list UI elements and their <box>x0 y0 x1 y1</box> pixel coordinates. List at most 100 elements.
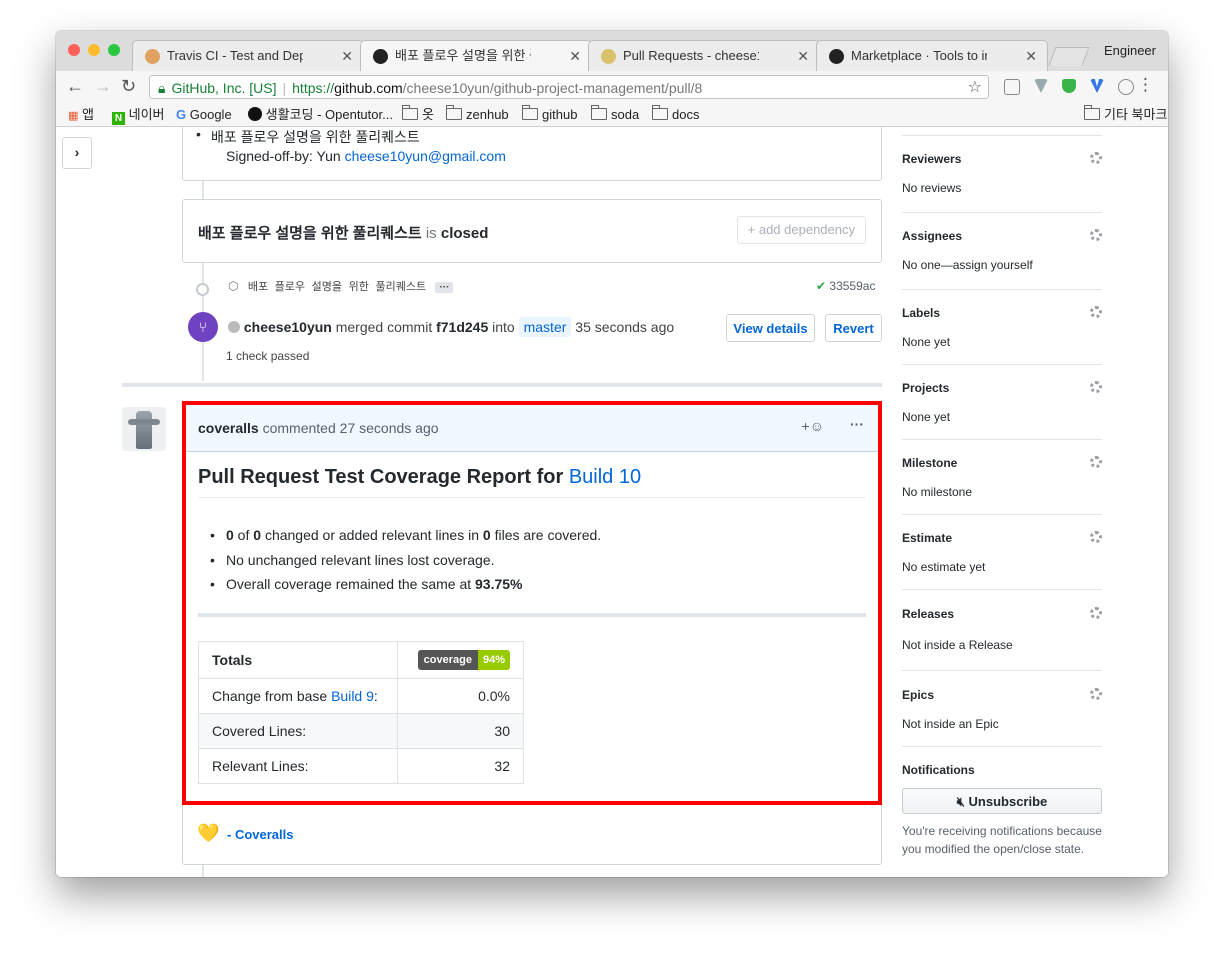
close-window-button[interactable] <box>68 44 80 56</box>
comment-action: commented <box>262 420 336 436</box>
commit-dot-icon <box>196 283 209 296</box>
commit-sha-link[interactable]: 33559ac <box>829 279 875 293</box>
other-bookmarks[interactable]: 기타 북마크 <box>1084 104 1167 126</box>
new-tab-button[interactable] <box>1048 47 1090 66</box>
tab-pull-request[interactable]: 배포 플로우 설명을 위한 풀리퀘스트 ✕ <box>360 40 592 71</box>
sidebar-labels[interactable]: Labels None yet <box>902 306 1102 349</box>
minimize-window-button[interactable] <box>88 44 100 56</box>
coveralls-link[interactable]: - Coveralls <box>227 827 293 842</box>
build-10-link[interactable]: Build 10 <box>569 466 641 488</box>
maximize-window-button[interactable] <box>108 44 120 56</box>
comment-time-link[interactable]: 27 seconds ago <box>340 420 439 436</box>
bookmark-folder[interactable]: docs <box>652 104 699 126</box>
avatar[interactable] <box>228 321 240 333</box>
bookmark-folder[interactable]: 옷 <box>402 104 434 126</box>
bookmark-label: docs <box>672 107 700 122</box>
back-arrow-icon[interactable]: ← <box>66 76 84 97</box>
sidebar-reviewers[interactable]: Reviewers No reviews <box>902 152 1102 195</box>
bookmark-folder[interactable]: zenhub <box>446 104 509 126</box>
bookmark-label: soda <box>611 107 640 122</box>
commit-expand-button[interactable]: ··· <box>435 282 454 293</box>
avatar[interactable] <box>122 407 166 451</box>
tab-close-icon[interactable]: ✕ <box>341 41 353 71</box>
sidebar-value: None yet <box>902 410 951 424</box>
bookmark-folder[interactable]: github <box>522 104 577 126</box>
tab-title: Marketplace · Tools to improve your <box>851 48 987 63</box>
sidebar-value: No one—assign yourself <box>902 258 1033 272</box>
more-options-icon[interactable]: ··· <box>850 416 864 432</box>
tab-marketplace[interactable]: Marketplace · Tools to improve your ✕ <box>816 40 1048 71</box>
comment-box: coveralls commented 27 seconds ago +☺ ··… <box>186 405 878 801</box>
folder-icon <box>446 105 462 120</box>
profile-name[interactable]: Engineer <box>1104 43 1156 58</box>
bookmark-opentutorials[interactable]: 생활코딩 - Opentutor... <box>248 104 393 126</box>
add-dependency-button[interactable]: + add dependency <box>736 216 866 244</box>
sidebar-milestone[interactable]: Milestone No milestone <box>902 456 1102 499</box>
coverage-badge[interactable]: coverage 94% <box>397 641 524 679</box>
tab-close-icon[interactable]: ✕ <box>1025 41 1037 71</box>
gear-icon[interactable] <box>1090 456 1102 468</box>
sidebar-value: No reviews <box>902 181 962 195</box>
sidebar-assignees[interactable]: Assignees No one—assign yourself <box>902 229 1102 272</box>
site-identity: GitHub, Inc. [US] <box>171 80 277 96</box>
checks-status[interactable]: 1 check passed <box>226 349 309 363</box>
folder-icon <box>522 105 538 120</box>
shield-icon[interactable] <box>1062 79 1076 93</box>
gear-icon[interactable] <box>1090 531 1102 543</box>
comment-heading: Pull Request Test Coverage Report for Bu… <box>198 466 866 498</box>
commit-message-link[interactable]: 배포 플로우 설명을 위한 풀리퀘스트 <box>248 280 426 293</box>
sidebar-title: Labels <box>902 306 941 320</box>
bookmark-apps[interactable]: ▦ 앱 <box>68 104 94 127</box>
revert-button[interactable]: Revert <box>825 314 882 342</box>
tab-travis[interactable]: Travis CI - Test and Deploy Your ✕ <box>132 40 364 71</box>
sidebar-estimate[interactable]: Estimate No estimate yet <box>902 531 1102 574</box>
bookmark-folder[interactable]: soda <box>591 104 639 126</box>
extension-circle-icon[interactable] <box>1118 79 1134 95</box>
add-reaction-icon[interactable]: +☺ <box>802 418 824 434</box>
branch-name: master <box>518 317 572 337</box>
chevron-right-icon[interactable]: › <box>62 137 92 169</box>
gear-icon[interactable] <box>1090 381 1102 393</box>
tab-title: Pull Requests - cheese10yun/github <box>623 48 759 63</box>
signoff-line: Signed-off-by: Yun cheese10yun@gmail.com <box>226 148 506 164</box>
sidebar-projects[interactable]: Projects None yet <box>902 381 1102 424</box>
bookmark-naver[interactable]: N 네이버 <box>112 104 165 126</box>
gear-icon[interactable] <box>1090 688 1102 700</box>
totals-label: Totals <box>198 641 398 679</box>
sidebar-releases[interactable]: Releases Not inside a Release <box>902 607 1102 652</box>
reload-icon[interactable]: ↻ <box>121 76 136 97</box>
tab-close-icon[interactable]: ✕ <box>569 41 581 71</box>
coveralls-figure-icon <box>136 411 152 449</box>
forward-arrow-icon[interactable]: → <box>94 76 112 97</box>
bookmark-star-icon[interactable]: ☆ <box>968 76 982 100</box>
bookmark-google[interactable]: G Google <box>176 104 232 126</box>
merge-author-link[interactable]: cheese10yun <box>244 319 332 335</box>
unsubscribe-button[interactable]: 🔇︎ Unsubscribe <box>902 788 1102 814</box>
address-bar[interactable]: 🔒︎ GitHub, Inc. [US] | https://github.com/c… <box>149 75 989 99</box>
tab-zenhub[interactable]: Pull Requests - cheese10yun/github ✕ <box>588 40 820 71</box>
build-9-link[interactable]: Build 9 <box>331 688 374 704</box>
tab-close-icon[interactable]: ✕ <box>797 41 809 71</box>
more-menu-icon[interactable]: ⋮ <box>1137 75 1154 95</box>
vue-devtools-icon[interactable] <box>1034 79 1048 93</box>
dependency-title: 배포 플로우 설명을 위한 풀리퀘스트 is closed <box>198 222 488 243</box>
sidebar-title: Milestone <box>902 456 958 470</box>
gear-icon[interactable] <box>1090 306 1102 318</box>
yellow-heart-icon: 💛 <box>197 823 220 843</box>
sidebar-epics[interactable]: Epics Not inside an Epic <box>902 688 1102 731</box>
gear-icon[interactable] <box>1090 229 1102 241</box>
gear-icon[interactable] <box>1090 607 1102 619</box>
gear-icon[interactable] <box>1090 152 1102 164</box>
dependency-state: closed <box>440 225 489 242</box>
github-icon <box>829 49 844 64</box>
reader-icon[interactable] <box>1004 79 1020 95</box>
comment-author-link[interactable]: coveralls <box>198 420 259 436</box>
list-item: • No unchanged relevant lines lost covera… <box>210 551 495 568</box>
view-details-button[interactable]: View details <box>726 314 815 342</box>
lock-icon: 🔒︎ <box>158 80 166 96</box>
bookmark-label: 네이버 <box>128 107 165 122</box>
merge-commit-link[interactable]: f71d245 <box>436 319 488 335</box>
signoff-email-link[interactable]: cheese10yun@gmail.com <box>345 148 506 164</box>
relevant-lines-label: Relevant Lines: <box>198 748 398 784</box>
v-icon[interactable] <box>1090 79 1104 93</box>
